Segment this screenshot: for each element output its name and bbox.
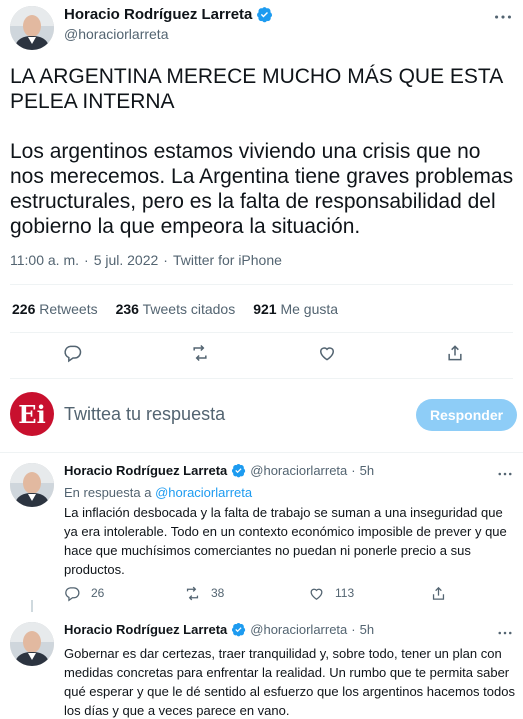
likes-stat[interactable]: 921 Me gusta xyxy=(253,301,338,317)
reply-time[interactable]: 5h xyxy=(360,463,374,478)
tweet-date[interactable]: 5 jul. 2022 xyxy=(94,252,159,268)
author-name[interactable]: Horacio Rodríguez Larreta xyxy=(64,6,273,23)
likes-count: 921 xyxy=(253,301,277,317)
retweet-action[interactable]: 38 xyxy=(184,583,224,603)
tweet-body: Los argentinos estamos viviendo una cris… xyxy=(10,140,514,238)
author-avatar[interactable] xyxy=(10,622,54,666)
likes-label: Me gusta xyxy=(280,301,339,317)
retweets-count: 226 xyxy=(12,301,36,317)
author-handle[interactable]: @horaciorlarreta xyxy=(250,463,347,478)
tweet-stats: 226 Retweets 236 Tweets citados 921 Me g… xyxy=(12,301,338,317)
replies-count: 26 xyxy=(91,586,105,600)
author-avatar[interactable] xyxy=(10,6,54,50)
tweet-time[interactable]: 11:00 a. m. xyxy=(10,252,79,268)
more-icon[interactable] xyxy=(496,624,514,642)
reply-button[interactable]: Responder xyxy=(416,399,517,431)
author-handle[interactable]: @horaciorlarreta xyxy=(64,26,168,42)
retweets-count: 38 xyxy=(211,586,225,600)
reply-icon[interactable] xyxy=(63,343,83,363)
reply-icon xyxy=(65,586,80,601)
reply-actions: 26 38 113 xyxy=(64,583,519,603)
share-icon xyxy=(432,586,445,600)
in-reply-handle-link[interactable]: @horaciorlarreta xyxy=(155,485,252,500)
like-action[interactable]: 113 xyxy=(308,583,354,603)
divider xyxy=(10,284,513,285)
meta-dot: · xyxy=(351,622,356,637)
author-avatar[interactable] xyxy=(10,463,54,507)
divider xyxy=(10,378,513,379)
retweets-label: Retweets xyxy=(39,301,98,317)
logo-text: Ei xyxy=(18,399,46,429)
reply-time[interactable]: 5h xyxy=(360,622,374,637)
divider xyxy=(0,452,523,453)
tweet-source[interactable]: Twitter for iPhone xyxy=(173,252,282,268)
verified-badge-icon xyxy=(232,463,246,478)
author-handle[interactable]: @horaciorlarreta xyxy=(250,622,347,637)
tweet-actions xyxy=(0,337,523,369)
meta-dot: · xyxy=(84,252,89,268)
in-reply-prefix: En respuesta a xyxy=(64,485,152,500)
author-name[interactable]: Horacio Rodríguez Larreta xyxy=(64,463,227,478)
meta-dot: · xyxy=(163,252,168,268)
reply-header: Horacio Rodríguez Larreta @horaciorlarre… xyxy=(64,463,374,478)
meta-dot: · xyxy=(351,463,356,478)
tweet-meta: 11:00 a. m. · 5 jul. 2022 · Twitter for iPho… xyxy=(10,252,287,268)
author-name-text: Horacio Rodríguez Larreta xyxy=(64,6,253,23)
retweets-stat[interactable]: 226 Retweets xyxy=(12,301,98,317)
in-reply-to: En respuesta a @horaciorlarreta xyxy=(64,485,252,500)
share-icon[interactable] xyxy=(445,343,465,363)
verified-badge-icon xyxy=(257,7,273,23)
divider xyxy=(10,332,513,333)
quotes-count: 236 xyxy=(115,301,139,317)
author-name[interactable]: Horacio Rodríguez Larreta xyxy=(64,622,227,637)
reply-header: Horacio Rodríguez Larreta @horaciorlarre… xyxy=(64,622,374,637)
more-icon[interactable] xyxy=(496,465,514,483)
quotes-stat[interactable]: 236 Tweets citados xyxy=(116,301,236,317)
quotes-label: Tweets citados xyxy=(142,301,236,317)
reply-action[interactable]: 26 xyxy=(64,583,104,603)
reply-text: La inflación desbocada y la falta de tra… xyxy=(64,505,507,577)
reply-input[interactable]: Twittea tu respuesta xyxy=(64,404,225,425)
more-icon[interactable] xyxy=(492,6,514,28)
reply-composer: Ei Twittea tu respuesta Responder xyxy=(0,384,523,446)
thread-connector xyxy=(31,600,33,612)
like-icon xyxy=(310,588,323,600)
verified-badge-icon xyxy=(232,622,246,637)
account-logo: Ei xyxy=(10,392,54,436)
retweet-icon xyxy=(186,586,199,600)
retweet-icon[interactable] xyxy=(190,343,210,363)
reply-text: Gobernar es dar certezas, traer tranquil… xyxy=(64,646,515,718)
like-icon[interactable] xyxy=(317,343,337,363)
tweet-headline: LA ARGENTINA MERECE MUCHO MÁS QUE ESTA P… xyxy=(10,65,503,113)
share-action[interactable] xyxy=(430,583,447,603)
likes-count: 113 xyxy=(335,586,355,600)
